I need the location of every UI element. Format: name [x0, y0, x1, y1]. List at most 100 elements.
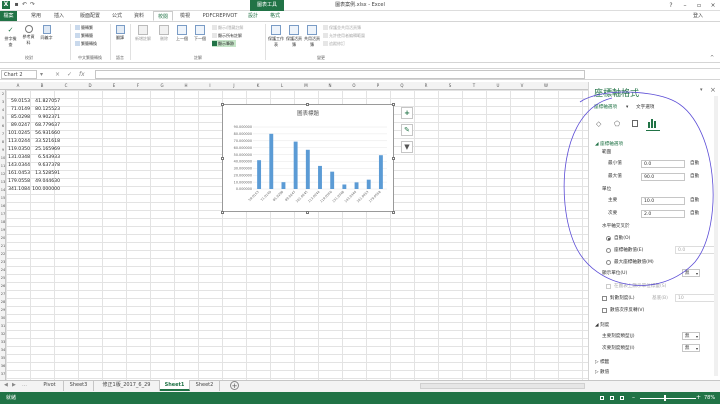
minimize-button[interactable]: –	[678, 0, 692, 11]
cancel-formula-icon[interactable]: ×	[55, 70, 60, 79]
column-header-e[interactable]: E	[102, 82, 126, 90]
row-header[interactable]: 25	[0, 274, 6, 282]
cell-b[interactable]: 13.528591	[31, 170, 60, 178]
row-header[interactable]: 16	[0, 202, 6, 210]
row-header[interactable]: 34	[0, 346, 6, 354]
axis-options-section[interactable]: ◢ 座標軸選項	[595, 141, 623, 148]
major-tick-dropdown[interactable]: 無	[682, 332, 700, 340]
to-traditional-button[interactable]: 簡轉繁	[75, 24, 93, 31]
row-header[interactable]: 23	[0, 258, 6, 266]
y-tick-label[interactable]: 90.000000	[234, 125, 252, 129]
x-tick-label[interactable]: 85.0298	[272, 190, 284, 202]
research-button[interactable]: 參考資料	[21, 24, 36, 46]
chart-elements-button[interactable]: +	[401, 107, 413, 119]
protect-workbook-button[interactable]: 保護活頁簿	[286, 24, 302, 47]
major-auto-label[interactable]: 自動	[690, 197, 699, 204]
sign-in-link[interactable]: 登入	[688, 11, 708, 21]
row-header[interactable]: 15	[0, 194, 6, 202]
cross-axis-value-label[interactable]: 座標軸數值(E)	[614, 247, 643, 254]
y-tick-label[interactable]: 80.000000	[234, 132, 252, 136]
tab-home[interactable]: 常用	[27, 11, 45, 21]
sheet-nav-next-icon[interactable]: ▶	[12, 382, 16, 388]
sheet-tab-sheet1[interactable]: Sheet1	[160, 380, 190, 391]
row-header[interactable]: 13	[0, 178, 6, 186]
effects-icon[interactable]: ⬠	[614, 120, 620, 128]
labels-section[interactable]: ▷ 標籤	[595, 359, 609, 366]
tab-insert[interactable]: 插入	[50, 11, 68, 21]
tab-format[interactable]: 格式	[266, 11, 284, 21]
axis-options-dropdown-icon[interactable]: ▾	[626, 104, 628, 111]
y-tick-label[interactable]: 30.000000	[234, 167, 252, 171]
resize-handle-s[interactable]	[306, 211, 309, 214]
row-header[interactable]: 22	[0, 250, 6, 258]
cell-a[interactable]: 59.0153	[7, 98, 30, 106]
y-tick-label[interactable]: 20.000000	[234, 173, 252, 177]
allow-edit-ranges-button[interactable]: 允許使用者編輯範圍	[323, 32, 365, 39]
x-tick-label[interactable]: 143.0344	[344, 190, 358, 204]
chart-bar[interactable]	[281, 182, 286, 189]
chinese-convert-button[interactable]: 繁簡轉換	[75, 40, 97, 47]
number-section[interactable]: ▷ 數值	[595, 369, 609, 376]
tab-data[interactable]: 資料	[130, 11, 148, 21]
sheet-tab-sheet2[interactable]: Sheet2	[190, 380, 220, 391]
cell-a[interactable]: 161.0453	[7, 170, 30, 178]
chart-title[interactable]: 圖表標題	[297, 109, 320, 117]
namebox-dropdown-icon[interactable]: ▾	[40, 70, 43, 79]
row-header[interactable]: 35	[0, 354, 6, 362]
chart-filters-button[interactable]: ▼	[401, 141, 413, 153]
collapse-ribbon-icon[interactable]: ^	[710, 55, 714, 61]
chart-bar[interactable]	[354, 182, 359, 189]
track-changes-button[interactable]: 追蹤修訂	[323, 40, 345, 47]
row-header[interactable]: 30	[0, 314, 6, 322]
row-header[interactable]: 21	[0, 242, 6, 250]
x-tick-label[interactable]: 179.0558	[368, 190, 382, 204]
column-header-t[interactable]: T	[462, 82, 486, 90]
row-header[interactable]: 32	[0, 330, 6, 338]
minor-input[interactable]: 2.0	[641, 210, 685, 218]
row-header[interactable]: 11	[0, 162, 6, 170]
log-base-input[interactable]: 10	[675, 294, 715, 302]
column-header-d[interactable]: D	[78, 82, 102, 90]
spell-check-button[interactable]: ✓ 拼字檢查	[3, 24, 18, 47]
chart-styles-button[interactable]: ✎	[401, 124, 413, 136]
chart-bar[interactable]	[269, 133, 274, 189]
row-header[interactable]: 7	[0, 130, 6, 138]
cell-a[interactable]: 341.1084	[7, 186, 30, 194]
row-header[interactable]: 17	[0, 210, 6, 218]
cell-b[interactable]: 9.902371	[31, 114, 60, 122]
zoom-slider-thumb[interactable]	[664, 395, 666, 401]
tab-view[interactable]: 檢視	[176, 11, 194, 21]
x-tick-label[interactable]: 161.0453	[356, 190, 370, 204]
cell-b[interactable]: 100.000000	[31, 186, 60, 194]
cell-b[interactable]: 41.827057	[31, 98, 60, 106]
protect-sheet-button[interactable]: 保護工作表	[268, 24, 284, 47]
sheet-tab-pivot[interactable]: Pivot	[36, 380, 64, 391]
sheet-nav-prev-icon[interactable]: ◀	[4, 382, 8, 388]
column-header-c[interactable]: C	[54, 82, 78, 90]
x-axis-ticks[interactable]: 59.0153 71.0149 85.0298 89.0247101.0245113.…	[248, 190, 382, 204]
pane-scrollbar[interactable]	[714, 96, 718, 376]
show-all-comments-button[interactable]: 顯示所有註解	[212, 32, 242, 39]
cell-a[interactable]: 101.0245	[7, 130, 30, 138]
chart-bar[interactable]	[330, 171, 335, 189]
show-hide-comment-button[interactable]: 顯示/隱藏註解	[212, 24, 243, 31]
sheet-nav-more-icon[interactable]: …	[22, 382, 27, 388]
tab-file[interactable]: 檔案	[0, 11, 17, 21]
prev-comment-button[interactable]: 上一個	[174, 24, 190, 46]
normal-view-icon[interactable]	[600, 396, 604, 400]
y-tick-label[interactable]: 70.000000	[234, 139, 252, 143]
chart-area[interactable]: 圖表標題 0.000000 10.000000 20.000000 30.000000…	[222, 104, 394, 212]
tab-review[interactable]: 校閱	[153, 11, 173, 21]
resize-handle-e[interactable]	[392, 157, 395, 160]
min-auto-label[interactable]: 自動	[690, 160, 699, 167]
close-button[interactable]: ×	[706, 0, 720, 11]
enter-formula-icon[interactable]: ✓	[67, 70, 72, 79]
tab-powerpivot[interactable]: PDFCREPIVOT	[198, 11, 242, 21]
column-header-q[interactable]: Q	[390, 82, 414, 90]
cell-b[interactable]: 33.521618	[31, 138, 60, 146]
row-header[interactable]: 12	[0, 170, 6, 178]
to-simplified-button[interactable]: 繁轉簡	[75, 32, 93, 39]
show-units-label-checkbox[interactable]	[606, 284, 611, 289]
column-header-i[interactable]: I	[198, 82, 222, 90]
resize-handle-se[interactable]	[392, 211, 395, 214]
